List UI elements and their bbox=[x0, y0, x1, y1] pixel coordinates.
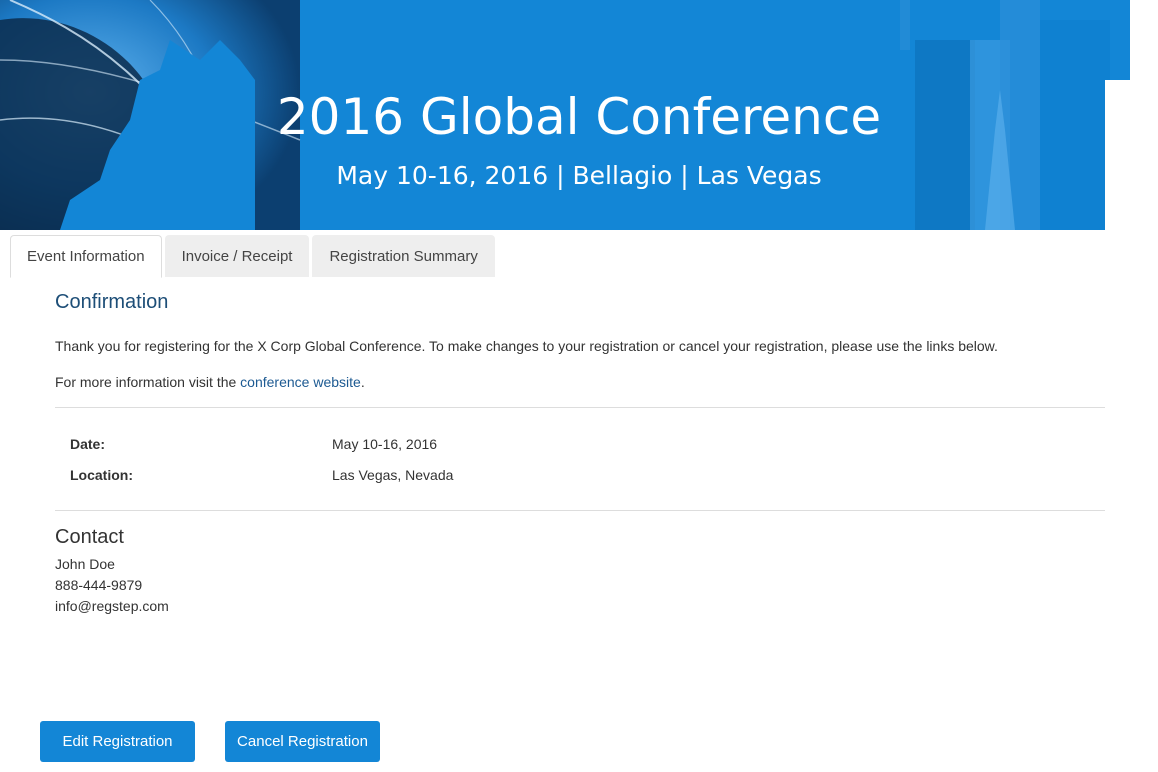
cancel-registration-button[interactable]: Cancel Registration bbox=[225, 721, 380, 762]
more-info-suffix: . bbox=[360, 374, 365, 390]
divider bbox=[55, 510, 1105, 511]
tab-bar: Event Information Invoice / Receipt Regi… bbox=[10, 235, 498, 278]
banner-title: 2016 Global Conference bbox=[276, 88, 882, 146]
tab-registration-summary[interactable]: Registration Summary bbox=[312, 235, 495, 277]
contact-name: John Doe bbox=[55, 556, 115, 572]
contact-phone: 888-444-9879 bbox=[55, 577, 143, 593]
banner-subtitle: May 10-16, 2016 | Bellagio | Las Vegas bbox=[336, 161, 822, 190]
divider bbox=[55, 407, 1105, 408]
more-info-prefix: For more information visit the bbox=[55, 374, 241, 390]
more-info-text: For more information visit the conferenc… bbox=[55, 374, 365, 390]
location-label: Location: bbox=[70, 467, 133, 483]
contact-email: info@regstep.com bbox=[55, 598, 169, 614]
conference-website-link[interactable]: conference website bbox=[240, 374, 361, 390]
confirmation-message: Thank you for registering for the X Corp… bbox=[55, 338, 998, 354]
edit-registration-button[interactable]: Edit Registration bbox=[40, 721, 195, 762]
confirmation-heading: Confirmation bbox=[55, 291, 169, 313]
tab-invoice-receipt[interactable]: Invoice / Receipt bbox=[164, 235, 310, 277]
location-value: Las Vegas, Nevada bbox=[332, 467, 454, 483]
date-value: May 10-16, 2016 bbox=[332, 436, 438, 452]
header-banner: 2016 Global Conference May 10-16, 2016 |… bbox=[0, 0, 1158, 230]
tab-event-information[interactable]: Event Information bbox=[10, 235, 162, 278]
contact-heading: Contact bbox=[55, 526, 124, 548]
date-label: Date: bbox=[70, 436, 106, 452]
